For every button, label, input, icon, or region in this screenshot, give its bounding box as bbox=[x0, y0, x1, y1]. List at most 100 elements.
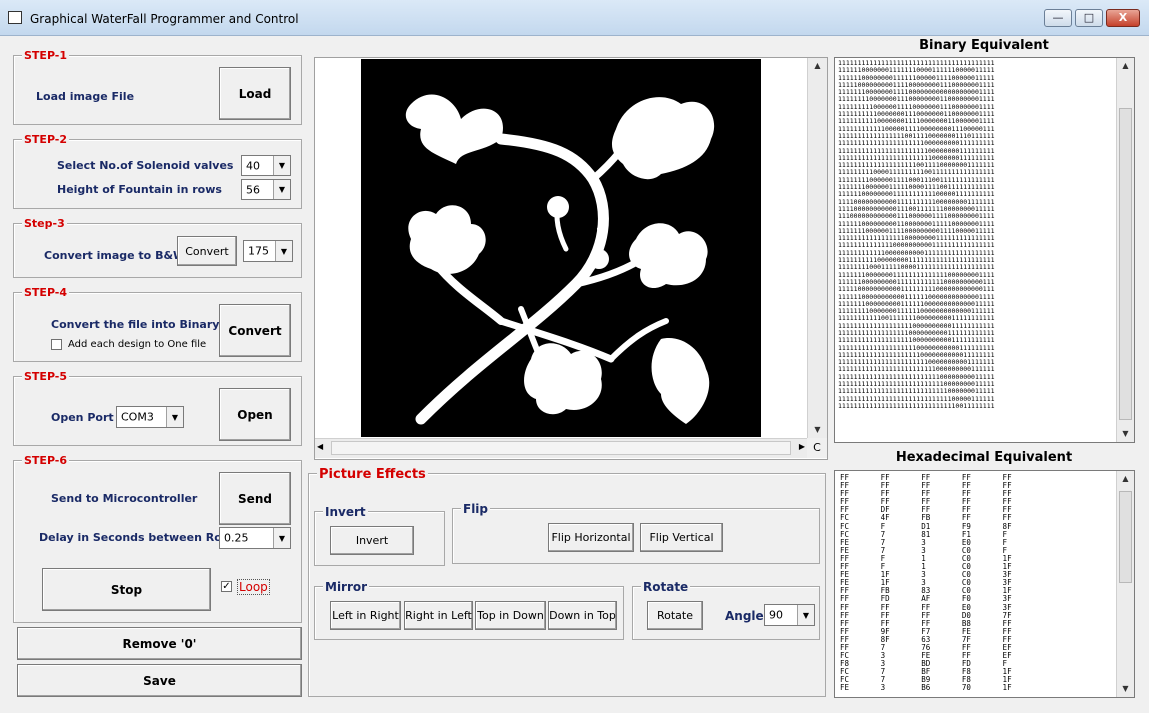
top-in-down-button[interactable]: Top in Down bbox=[475, 601, 546, 630]
stop-button[interactable]: Stop bbox=[42, 568, 211, 611]
binary-scroll-thumb[interactable] bbox=[1119, 108, 1132, 420]
step6-frame: STEP-6 Send to Microcontroller Send Dela… bbox=[13, 454, 302, 623]
binary-text: 1111111111111111111111111111111111111111… bbox=[838, 60, 995, 410]
dropdown-arrow-icon[interactable]: ▼ bbox=[166, 407, 183, 427]
convert-bw-button[interactable]: Convert bbox=[177, 236, 237, 266]
delay-select[interactable]: 0.25 ▼ bbox=[219, 527, 291, 549]
step4-heading: STEP-4 bbox=[22, 286, 70, 299]
scroll-down-icon[interactable]: ▼ bbox=[1117, 681, 1134, 697]
invert-button[interactable]: Invert bbox=[330, 526, 414, 555]
flip-group-label: Flip bbox=[461, 502, 491, 516]
delay-label: Delay in Seconds between Rows bbox=[39, 531, 239, 544]
scroll-left-icon[interactable]: ◀ bbox=[317, 442, 323, 451]
step6-heading: STEP-6 bbox=[22, 454, 70, 467]
hex-title: Hexadecimal Equivalent bbox=[895, 450, 1073, 465]
step3-heading: Step-3 bbox=[22, 217, 67, 230]
solenoid-label: Select No.of Solenoid valves bbox=[57, 159, 234, 172]
solenoid-select[interactable]: 40 ▼ bbox=[241, 155, 291, 176]
load-image-label: Load image File bbox=[36, 90, 135, 103]
binary-textbox[interactable]: 1111111111111111111111111111111111111111… bbox=[834, 57, 1135, 443]
minimize-icon: — bbox=[1052, 11, 1064, 24]
step2-frame: STEP-2 Select No.of Solenoid valves 40 ▼… bbox=[13, 133, 302, 209]
maximize-icon: □ bbox=[1083, 11, 1095, 24]
one-file-label: Add each design to One file bbox=[68, 339, 207, 350]
right-in-left-button[interactable]: Right in Left bbox=[404, 601, 473, 630]
scroll-down-icon[interactable]: ▼ bbox=[808, 422, 827, 438]
close-icon: X bbox=[1118, 11, 1128, 24]
open-port-button[interactable]: Open bbox=[219, 388, 291, 441]
image-preview-pane: ▲ ▼ ◀ ▶ C bbox=[314, 57, 828, 460]
scroll-right-icon[interactable]: ▶ bbox=[799, 442, 805, 451]
invert-group: Invert Invert bbox=[314, 505, 445, 566]
step3-frame: Step-3 Convert image to B&W Convert 175 … bbox=[13, 217, 302, 278]
mirror-group: Mirror Left in Right Right in Left Top i… bbox=[314, 580, 624, 640]
scroll-up-icon[interactable]: ▲ bbox=[808, 58, 827, 74]
solenoid-value: 40 bbox=[246, 159, 260, 172]
threshold-select[interactable]: 175 ▼ bbox=[243, 240, 293, 262]
scroll-up-icon[interactable]: ▲ bbox=[1117, 58, 1134, 74]
step5-heading: STEP-5 bbox=[22, 370, 70, 383]
binary-title: Binary Equivalent bbox=[919, 38, 1049, 53]
preview-clear-button[interactable]: C bbox=[807, 438, 827, 458]
port-select[interactable]: COM3 ▼ bbox=[116, 406, 184, 428]
flip-vertical-button[interactable]: Flip Vertical bbox=[640, 523, 723, 552]
angle-value: 90 bbox=[769, 608, 783, 622]
maximize-button[interactable]: □ bbox=[1075, 9, 1103, 27]
angle-label: Angle bbox=[725, 609, 764, 623]
close-button[interactable]: X bbox=[1106, 9, 1140, 27]
rotate-group: Rotate Rotate Angle 90 ▼ bbox=[632, 580, 820, 640]
send-button[interactable]: Send bbox=[219, 472, 291, 525]
loop-label: Loop bbox=[237, 579, 270, 595]
picture-effects-frame: Picture Effects bbox=[308, 467, 826, 697]
delay-value: 0.25 bbox=[224, 531, 249, 545]
height-select[interactable]: 56 ▼ bbox=[241, 179, 291, 200]
dropdown-arrow-icon[interactable]: ▼ bbox=[275, 241, 292, 261]
step1-heading: STEP-1 bbox=[22, 49, 70, 62]
send-label: Send to Microcontroller bbox=[51, 492, 198, 505]
save-button[interactable]: Save bbox=[17, 664, 302, 697]
hex-vscroll[interactable]: ▲ ▼ bbox=[1116, 471, 1134, 697]
height-label: Height of Fountain in rows bbox=[57, 183, 222, 196]
remove-zero-button[interactable]: Remove '0' bbox=[17, 627, 302, 660]
convert-binary-label: Convert the file into Binary bbox=[51, 318, 220, 331]
down-in-top-button[interactable]: Down in Top bbox=[548, 601, 617, 630]
one-file-checkbox[interactable] bbox=[51, 339, 62, 350]
step4-frame: STEP-4 Convert the file into Binary Add … bbox=[13, 286, 302, 362]
scroll-up-icon[interactable]: ▲ bbox=[1117, 471, 1134, 487]
invert-group-label: Invert bbox=[323, 505, 368, 519]
app-icon bbox=[8, 11, 22, 24]
step5-frame: STEP-5 Open Port COM3 ▼ Open bbox=[13, 370, 302, 446]
title-bar: Graphical WaterFall Programmer and Contr… bbox=[0, 0, 1149, 36]
dropdown-arrow-icon[interactable]: ▼ bbox=[273, 528, 290, 548]
preview-hscroll[interactable]: ◀ ▶ bbox=[315, 438, 807, 458]
preview-vscroll[interactable]: ▲ ▼ bbox=[807, 58, 827, 438]
flip-horizontal-button[interactable]: Flip Horizontal bbox=[548, 523, 634, 552]
hscroll-thumb[interactable] bbox=[331, 441, 791, 455]
port-value: COM3 bbox=[121, 410, 154, 424]
dropdown-arrow-icon[interactable]: ▼ bbox=[273, 180, 290, 199]
picture-effects-heading: Picture Effects bbox=[317, 467, 428, 482]
threshold-value: 175 bbox=[248, 244, 269, 258]
dropdown-arrow-icon[interactable]: ▼ bbox=[797, 605, 814, 625]
dropdown-arrow-icon[interactable]: ▼ bbox=[273, 156, 290, 175]
angle-select[interactable]: 90 ▼ bbox=[764, 604, 815, 626]
hex-scroll-thumb[interactable] bbox=[1119, 491, 1132, 583]
convert-binary-button[interactable]: Convert bbox=[219, 304, 291, 357]
hex-textbox[interactable]: FF FF FF FF FF FF FF FF FF FF FF FF FF F… bbox=[834, 470, 1135, 698]
height-value: 56 bbox=[246, 183, 260, 196]
rotate-button[interactable]: Rotate bbox=[647, 601, 703, 630]
preview-image bbox=[361, 59, 761, 437]
window-title: Graphical WaterFall Programmer and Contr… bbox=[30, 12, 299, 26]
left-in-right-button[interactable]: Left in Right bbox=[330, 601, 401, 630]
open-port-label: Open Port bbox=[51, 411, 114, 424]
loop-checkbox[interactable]: ✓ bbox=[221, 581, 232, 592]
hex-text: FF FF FF FF FF FF FF FF FF FF FF FF FF F… bbox=[840, 474, 1012, 693]
step2-heading: STEP-2 bbox=[22, 133, 70, 146]
load-button[interactable]: Load bbox=[219, 67, 291, 120]
scroll-down-icon[interactable]: ▼ bbox=[1117, 426, 1134, 442]
rotate-group-label: Rotate bbox=[641, 580, 691, 594]
convert-bw-label: Convert image to B&W bbox=[44, 249, 186, 262]
binary-vscroll[interactable]: ▲ ▼ bbox=[1116, 58, 1134, 442]
minimize-button[interactable]: — bbox=[1044, 9, 1072, 27]
mirror-group-label: Mirror bbox=[323, 580, 370, 594]
